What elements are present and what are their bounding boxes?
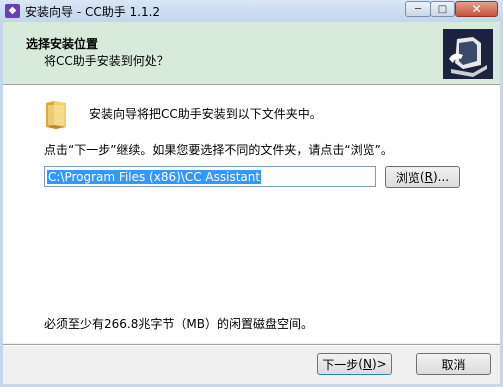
next-accelerator: N xyxy=(362,357,372,371)
browse-button[interactable]: 浏览(R)... xyxy=(385,166,460,188)
app-icon: ◆ xyxy=(5,4,20,18)
next-button[interactable]: 下一步(N) > xyxy=(317,353,392,375)
next-label: 下一步 xyxy=(322,357,359,372)
install-path-input[interactable]: C:\Program Files (x86)\CC Assistant xyxy=(44,166,376,187)
wizard-header: 选择安装位置 将CC助手安装到何处？ xyxy=(3,22,500,85)
page-subtitle: 将CC助手安装到何处？ xyxy=(44,54,169,68)
folder-icon xyxy=(44,99,68,129)
wizard-body: 安装向导将把CC助手安装到以下文件夹中。 点击“下一步”继续。如果您要选择不同的… xyxy=(3,85,500,343)
footer-separator xyxy=(3,344,500,346)
page-title: 选择安装位置 xyxy=(26,37,99,51)
dialog-client: 选择安装位置 将CC助手安装到何处？ 安装向导将把CC助手安装到以下文件夹中。 … xyxy=(3,22,500,384)
disk-space-text: 必须至少有266.8兆字节（MB）的闲置磁盘空间。 xyxy=(44,317,313,331)
title-bar[interactable]: ◆ 安装向导 - CC助手 1.1.2 ─ □ ✕ xyxy=(0,0,503,22)
maximize-button[interactable]: □ xyxy=(430,1,455,17)
window-title: 安装向导 - CC助手 1.1.2 xyxy=(25,5,161,19)
browse-accelerator: R xyxy=(424,170,433,184)
close-button[interactable]: ✕ xyxy=(455,1,498,17)
install-path-value: C:\Program Files (x86)\CC Assistant xyxy=(47,169,262,184)
installer-window: ◆ 安装向导 - CC助手 1.1.2 ─ □ ✕ 选择安装位置 将CC助手安装… xyxy=(0,0,503,387)
instruction-text: 点击“下一步”继续。如果您要选择不同的文件夹，请点击“浏览”。 xyxy=(44,143,393,157)
next-arrow: > xyxy=(376,357,387,371)
minimize-button[interactable]: ─ xyxy=(405,1,431,17)
cancel-button[interactable]: 取消 xyxy=(416,353,491,375)
browse-label: 浏览 xyxy=(395,170,420,185)
intro-text: 安装向导将把CC助手安装到以下文件夹中。 xyxy=(89,107,322,121)
installer-logo-icon xyxy=(443,29,493,79)
